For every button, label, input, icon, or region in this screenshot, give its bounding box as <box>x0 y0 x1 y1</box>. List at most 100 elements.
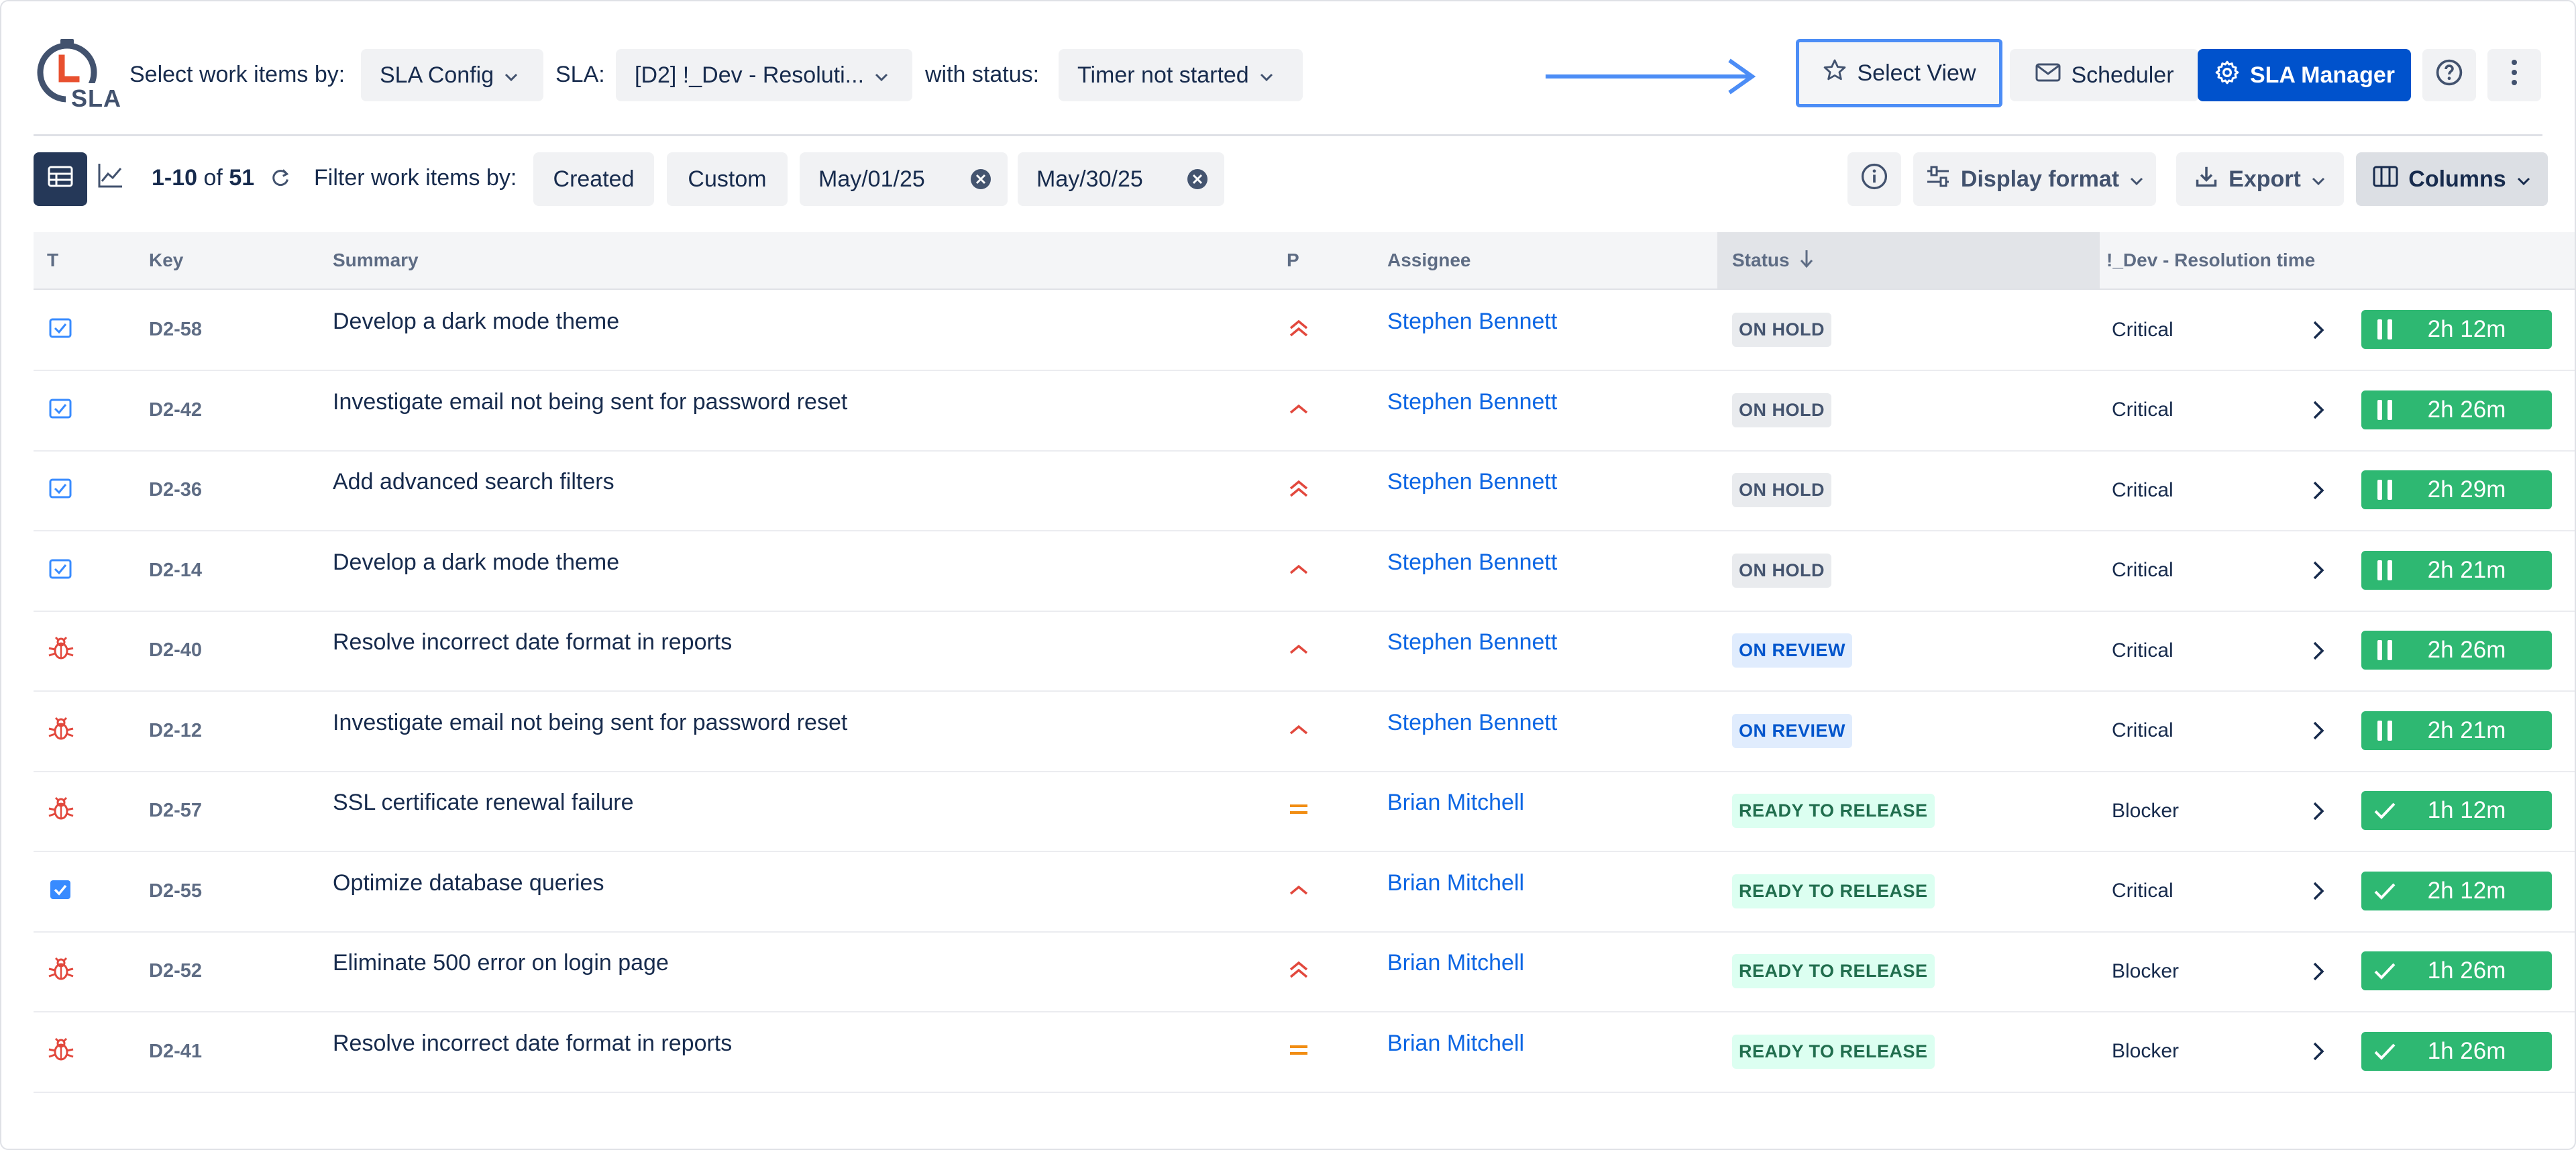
table-row[interactable]: D2-57 SSL certificate renewal failure Bria… <box>34 771 2575 852</box>
issue-key[interactable]: D2-42 <box>149 370 202 450</box>
issue-summary[interactable]: Develop a dark mode theme <box>333 282 619 362</box>
issue-summary[interactable]: Investigate email not being sent for pas… <box>333 362 847 442</box>
assignee-link[interactable]: Stephen Bennett <box>1387 282 1557 362</box>
clear-date-icon[interactable] <box>970 168 991 196</box>
expand-chevron-icon[interactable] <box>2312 1012 2325 1092</box>
refresh-icon[interactable] <box>268 166 292 194</box>
assignee-link[interactable]: Brian Mitchell <box>1387 923 1524 1003</box>
column-header-assignee[interactable]: Assignee <box>1387 232 1471 289</box>
sla-level: Critical <box>2112 639 2174 662</box>
issue-key[interactable]: D2-55 <box>149 851 202 931</box>
issue-key[interactable]: D2-52 <box>149 931 202 1011</box>
status-cell: READY TO RELEASE <box>1732 931 1935 1011</box>
issue-summary[interactable]: Investigate email not being sent for pas… <box>333 683 847 763</box>
expand-chevron-icon[interactable] <box>2312 290 2325 370</box>
priority-high-icon <box>1287 557 1311 584</box>
table-view-toggle[interactable] <box>34 152 87 206</box>
chevron-down-icon <box>503 62 519 89</box>
type-cell <box>47 531 74 611</box>
issue-key[interactable]: D2-14 <box>149 531 202 611</box>
table-row[interactable]: D2-41 Resolve incorrect date format in re… <box>34 1012 2575 1093</box>
column-header-status-label: Status <box>1732 250 1790 270</box>
table-row[interactable]: D2-55 Optimize database queries Brian Mitc… <box>34 851 2575 933</box>
expand-chevron-icon[interactable] <box>2312 771 2325 851</box>
issue-summary[interactable]: SSL certificate renewal failure <box>333 763 634 843</box>
help-button[interactable] <box>2422 49 2476 101</box>
custom-filter-button[interactable]: Custom <box>667 152 788 206</box>
expand-chevron-icon[interactable] <box>2312 450 2325 530</box>
issue-key[interactable]: D2-41 <box>149 1012 202 1092</box>
table-row[interactable]: D2-40 Resolve incorrect date format in re… <box>34 611 2575 692</box>
expand-chevron-icon[interactable] <box>2312 691 2325 771</box>
sla-dropdown[interactable]: [D2] !_Dev - Resoluti... <box>616 49 912 101</box>
issue-key[interactable]: D2-57 <box>149 771 202 851</box>
expand-chevron-icon[interactable] <box>2312 531 2325 611</box>
issue-key[interactable]: D2-12 <box>149 691 202 771</box>
sla-level: Critical <box>2112 478 2174 501</box>
select-view-button[interactable]: Select View <box>1796 39 2002 107</box>
display-format-button[interactable]: Display format <box>1913 152 2156 206</box>
table-row[interactable]: D2-36 Add advanced search filters Stephen … <box>34 450 2575 531</box>
column-header-type[interactable]: T <box>47 232 58 289</box>
assignee-link[interactable]: Brian Mitchell <box>1387 1004 1524 1084</box>
priority-cell <box>1287 771 1311 851</box>
export-button[interactable]: Export <box>2176 152 2344 206</box>
date-from-value: May/01/25 <box>818 166 925 192</box>
expand-chevron-icon[interactable] <box>2312 851 2325 931</box>
issue-key[interactable]: D2-58 <box>149 290 202 370</box>
scheduler-button[interactable]: Scheduler <box>2010 49 2199 101</box>
status-badge: ON HOLD <box>1732 553 1831 588</box>
assignee-link[interactable]: Stephen Bennett <box>1387 523 1557 603</box>
date-from-field[interactable]: May/01/25 <box>800 152 1008 206</box>
info-button[interactable] <box>1847 152 1901 206</box>
issue-key[interactable]: D2-40 <box>149 611 202 690</box>
chart-view-toggle[interactable] <box>95 161 136 199</box>
type-cell <box>47 691 75 771</box>
columns-button[interactable]: Columns <box>2356 152 2548 206</box>
sla-timer: 2h 21m <box>2361 711 2552 750</box>
column-header-key[interactable]: Key <box>149 232 183 289</box>
table-row[interactable]: D2-58 Develop a dark mode theme Stephen Be… <box>34 290 2575 371</box>
table-row[interactable]: D2-12 Investigate email not being sent fo… <box>34 691 2575 772</box>
column-header-summary[interactable]: Summary <box>333 232 419 289</box>
status-dropdown[interactable]: Timer not started <box>1059 49 1303 101</box>
sla-level: Blocker <box>2112 1040 2180 1062</box>
priority-medium-icon <box>1287 1038 1311 1065</box>
column-header-resolution-time[interactable]: !_Dev - Resolution time <box>2106 232 2315 289</box>
status-cell: ON REVIEW <box>1732 611 1853 690</box>
issue-summary[interactable]: Add advanced search filters <box>333 442 614 522</box>
column-header-status[interactable]: Status <box>1717 232 2100 289</box>
expand-chevron-icon[interactable] <box>2312 611 2325 690</box>
assignee-link[interactable]: Brian Mitchell <box>1387 843 1524 923</box>
select-by-label: Select work items by: <box>129 62 345 87</box>
config-dropdown[interactable]: SLA Config <box>361 49 543 101</box>
assignee-link[interactable]: Stephen Bennett <box>1387 362 1557 442</box>
expand-chevron-icon[interactable] <box>2312 370 2325 450</box>
display-format-label: Display format <box>1960 166 2120 192</box>
table-row[interactable]: D2-14 Develop a dark mode theme Stephen Be… <box>34 531 2575 612</box>
date-to-field[interactable]: May/30/25 <box>1018 152 1224 206</box>
sla-label: SLA: <box>555 62 605 87</box>
priority-medium-icon <box>1287 797 1311 825</box>
sliders-icon <box>1925 164 1951 195</box>
issue-summary[interactable]: Optimize database queries <box>333 843 604 923</box>
issue-summary[interactable]: Resolve incorrect date format in reports <box>333 603 732 682</box>
clear-date-icon[interactable] <box>1187 168 1208 196</box>
assignee-link[interactable]: Stephen Bennett <box>1387 603 1557 682</box>
table-row[interactable]: D2-42 Investigate email not being sent fo… <box>34 370 2575 452</box>
assignee-link[interactable]: Brian Mitchell <box>1387 763 1524 843</box>
table-row[interactable]: D2-52 Eliminate 500 error on login page Br… <box>34 931 2575 1012</box>
assignee-link[interactable]: Stephen Bennett <box>1387 442 1557 522</box>
created-filter-button[interactable]: Created <box>533 152 654 206</box>
issue-summary[interactable]: Resolve incorrect date format in reports <box>333 1004 732 1084</box>
expand-chevron-icon[interactable] <box>2312 931 2325 1011</box>
column-header-priority[interactable]: P <box>1287 232 1299 289</box>
issue-summary[interactable]: Eliminate 500 error on login page <box>333 923 669 1003</box>
issue-key[interactable]: D2-36 <box>149 450 202 530</box>
issue-summary[interactable]: Develop a dark mode theme <box>333 523 619 603</box>
more-button[interactable] <box>2487 49 2541 101</box>
bug-icon <box>47 955 75 987</box>
status-label: with status: <box>925 62 1040 87</box>
assignee-link[interactable]: Stephen Bennett <box>1387 683 1557 763</box>
sla-manager-button[interactable]: SLA Manager <box>2198 49 2411 101</box>
